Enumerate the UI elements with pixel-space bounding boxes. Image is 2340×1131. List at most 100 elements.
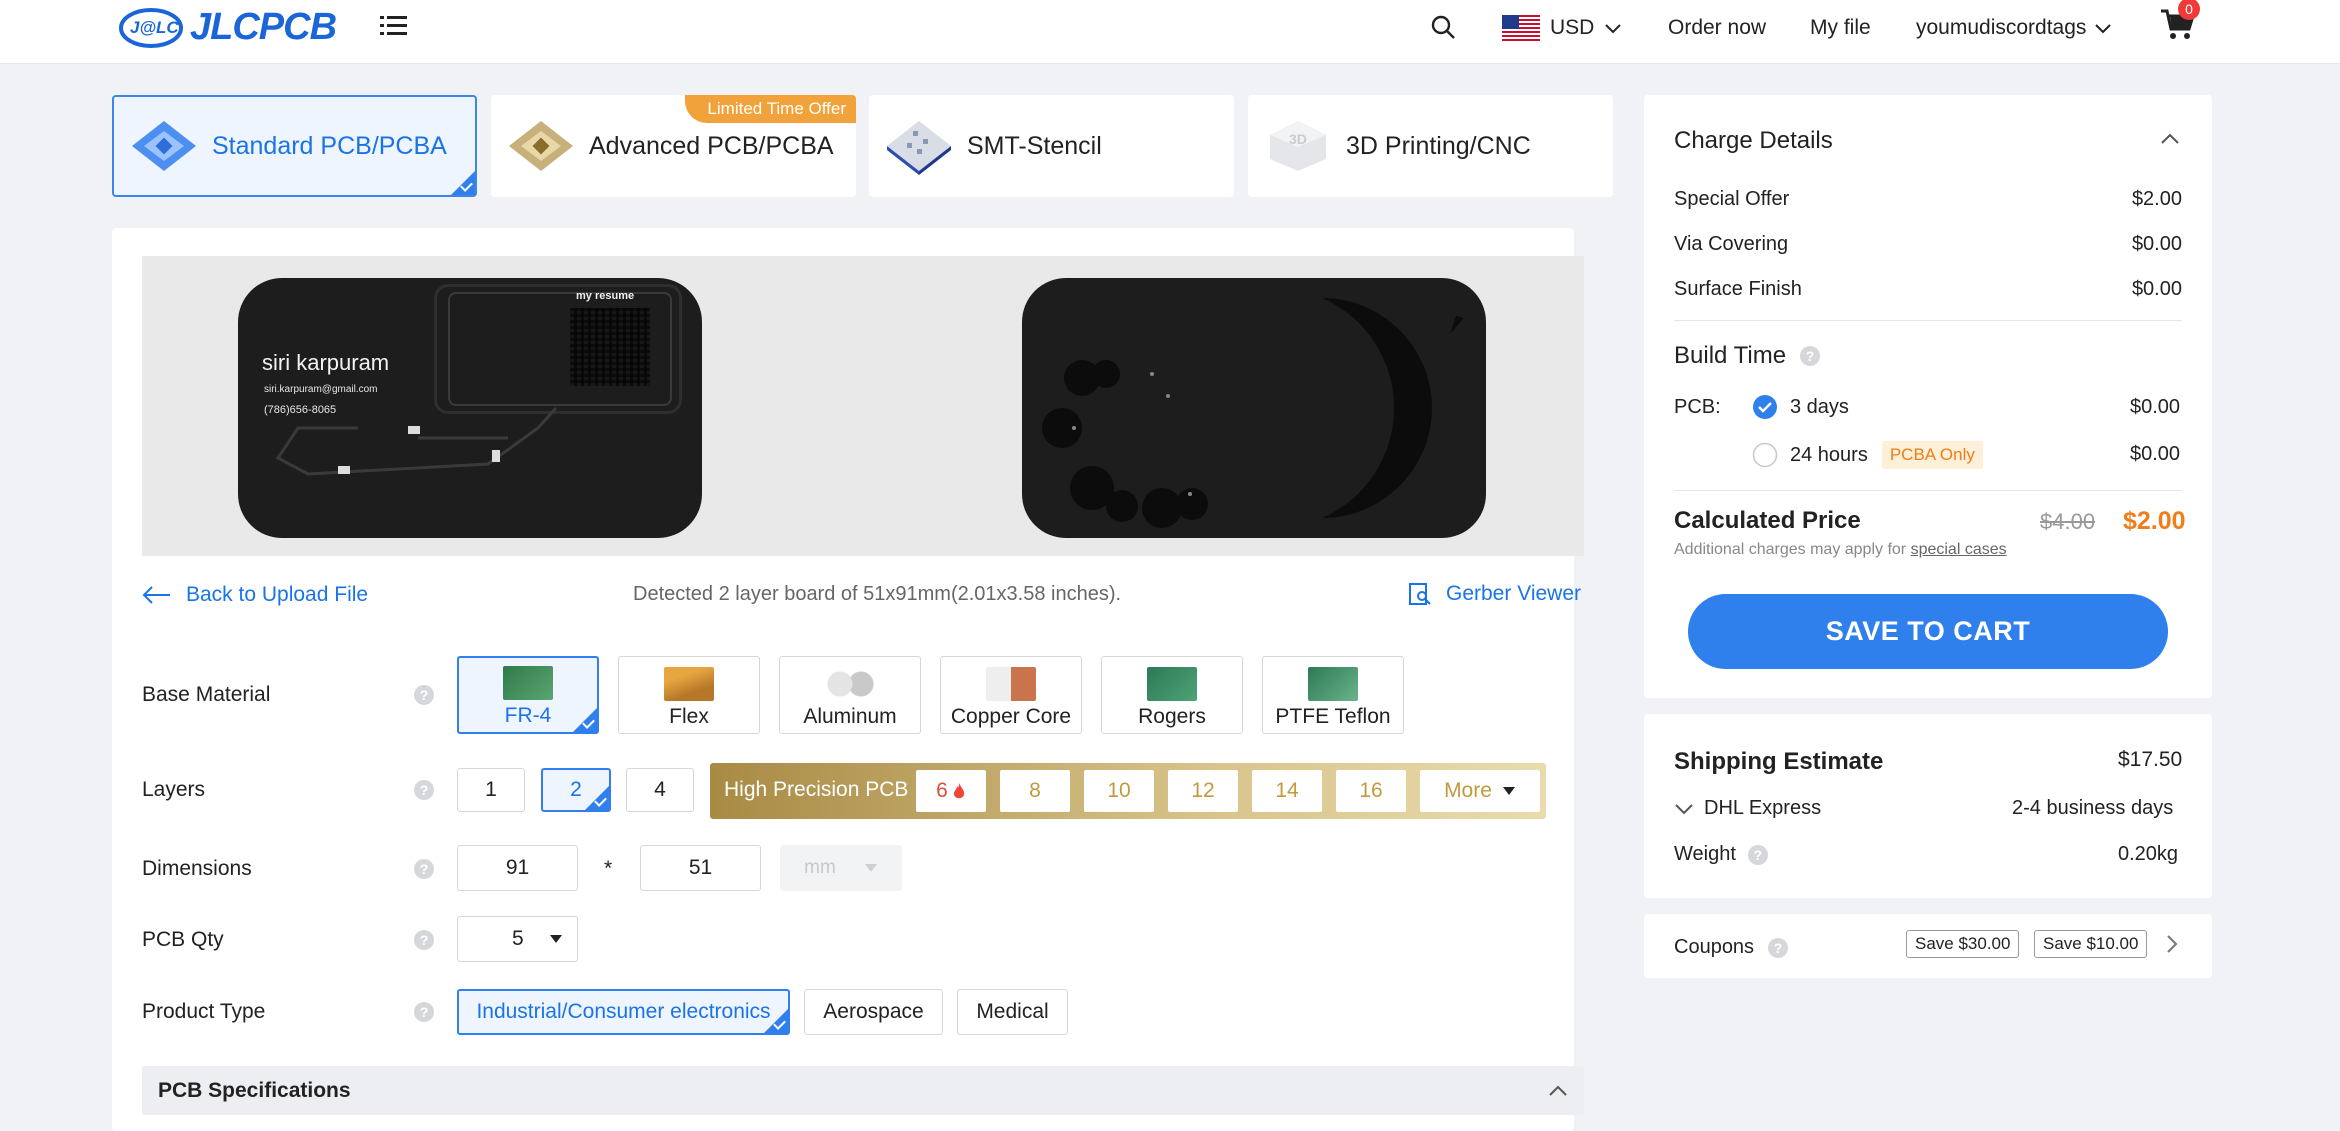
arrow-left-icon bbox=[142, 586, 170, 604]
order-now-link[interactable]: Order now bbox=[1668, 0, 1766, 56]
material-aluminum[interactable]: Aluminum bbox=[779, 656, 921, 734]
tab-standard-pcb[interactable]: Standard PCB/PCBA bbox=[112, 95, 477, 197]
charge-label: Surface Finish bbox=[1674, 278, 1802, 300]
layer-option-1[interactable]: 1 bbox=[457, 768, 525, 812]
layer-option-6[interactable]: 6 bbox=[916, 770, 986, 812]
tab-label: Advanced PCB/PCBA bbox=[589, 131, 834, 160]
material-ptfe-teflon[interactable]: PTFE Teflon bbox=[1262, 656, 1404, 734]
help-icon[interactable]: ? bbox=[1747, 844, 1768, 865]
user-menu[interactable]: youmudiscordtags bbox=[1916, 0, 2112, 56]
charge-value: $0.00 bbox=[2131, 278, 2182, 300]
copper-core-icon bbox=[986, 667, 1036, 701]
currency-selector[interactable]: USD bbox=[1502, 0, 1622, 56]
cart-count-badge: 0 bbox=[2178, 0, 2200, 20]
width-input[interactable]: 51 bbox=[640, 845, 761, 891]
layer-option-label: 6 bbox=[936, 779, 948, 802]
logo-mark-icon: J@LC bbox=[119, 8, 183, 48]
cart-icon[interactable]: 0 bbox=[2160, 0, 2200, 44]
save-to-cart-button[interactable]: SAVE TO CART bbox=[1688, 594, 2168, 669]
material-copper-core[interactable]: Copper Core bbox=[940, 656, 1082, 734]
my-file-link[interactable]: My file bbox=[1810, 0, 1871, 56]
tab-smt-stencil[interactable]: SMT-Stencil bbox=[869, 95, 1234, 197]
divider bbox=[1674, 490, 2182, 491]
build-option-price: $0.00 bbox=[2130, 396, 2181, 418]
pcb-qty-select[interactable]: 5 bbox=[457, 916, 578, 962]
tab-label: 3D Printing/CNC bbox=[1346, 131, 1531, 160]
gerber-label: Gerber Viewer bbox=[1446, 582, 1582, 605]
delivery-days: 2-4 business days bbox=[2012, 797, 2174, 819]
pcb-specifications-header[interactable]: PCB Specifications bbox=[142, 1066, 1584, 1115]
product-type-medical[interactable]: Medical bbox=[957, 989, 1068, 1035]
product-type-label: Product Type bbox=[142, 1000, 266, 1023]
pcb-build-label: PCB: bbox=[1674, 396, 1721, 418]
dimensions-label: Dimensions bbox=[142, 857, 252, 880]
charge-value: $0.00 bbox=[2131, 233, 2182, 255]
more-label: More bbox=[1444, 779, 1492, 802]
coupon-10[interactable]: Save $10.00 bbox=[2034, 930, 2148, 958]
layers-more-dropdown[interactable]: More bbox=[1420, 770, 1540, 812]
dimension-separator: * bbox=[604, 857, 613, 880]
gerber-viewer-link[interactable]: Gerber Viewer bbox=[1408, 582, 1581, 606]
selected-check-icon bbox=[585, 786, 609, 810]
material-rogers[interactable]: Rogers bbox=[1101, 656, 1243, 734]
help-icon[interactable]: ? bbox=[414, 930, 434, 950]
build-option-label: 3 days bbox=[1790, 395, 1849, 418]
build-time-title: Build Time bbox=[1674, 342, 1787, 369]
back-label: Back to Upload File bbox=[186, 583, 369, 606]
carrier-name: DHL Express bbox=[1704, 797, 1822, 819]
menu-icon[interactable] bbox=[380, 13, 408, 37]
smt-stencil-icon bbox=[887, 121, 951, 175]
layer-option-10[interactable]: 10 bbox=[1084, 770, 1154, 812]
length-input[interactable]: 91 bbox=[457, 845, 578, 891]
shipping-carrier-select[interactable]: DHL Express bbox=[1674, 797, 1821, 820]
selected-check-icon bbox=[451, 171, 475, 195]
special-cases-link[interactable]: special cases bbox=[1911, 541, 2007, 558]
tab-label: Standard PCB/PCBA bbox=[212, 131, 447, 160]
note-text: Additional charges may apply for bbox=[1674, 541, 1911, 558]
calculated-price-label: Calculated Price bbox=[1674, 507, 1861, 534]
selected-check-icon bbox=[573, 708, 597, 732]
build-time-heading: Build Time ? bbox=[1674, 342, 1821, 370]
help-icon[interactable]: ? bbox=[414, 859, 434, 879]
collapse-charge-icon[interactable] bbox=[2160, 132, 2180, 150]
material-flex[interactable]: Flex bbox=[618, 656, 760, 734]
shipping-title: Shipping Estimate bbox=[1674, 748, 1884, 775]
ptfe-icon bbox=[1308, 667, 1358, 701]
moon-artwork bbox=[1042, 298, 1464, 528]
layer-option-14[interactable]: 14 bbox=[1252, 770, 1322, 812]
weight-row: Weight ? bbox=[1674, 843, 1768, 866]
tab-3d-printing[interactable]: 3D 3D Printing/CNC bbox=[1248, 95, 1613, 197]
high-precision-label: High Precision PCB bbox=[724, 778, 909, 801]
help-icon[interactable]: ? bbox=[414, 1002, 434, 1022]
help-icon[interactable]: ? bbox=[414, 685, 434, 705]
standard-pcb-icon bbox=[132, 121, 196, 171]
jlcpcb-logo[interactable]: J@LC JLCPCB bbox=[118, 2, 337, 52]
coupon-30[interactable]: Save $30.00 bbox=[1906, 930, 2020, 958]
build-option-24-hours[interactable]: 24 hours PCBA Only bbox=[1752, 441, 1983, 469]
additional-charges-note: Additional charges may apply for special… bbox=[1674, 541, 2007, 559]
board-traces bbox=[275, 406, 558, 476]
limited-offer-badge: Limited Time Offer bbox=[685, 95, 856, 123]
help-icon[interactable]: ? bbox=[414, 780, 434, 800]
material-label: Flex bbox=[669, 705, 709, 728]
material-label: Aluminum bbox=[803, 705, 897, 728]
chevron-right-icon[interactable] bbox=[2166, 934, 2178, 959]
layer-option-8[interactable]: 8 bbox=[1000, 770, 1070, 812]
back-to-upload-link[interactable]: Back to Upload File bbox=[142, 583, 368, 607]
layer-option-16[interactable]: 16 bbox=[1336, 770, 1406, 812]
help-icon[interactable]: ? bbox=[1800, 346, 1821, 366]
divider bbox=[1674, 320, 2182, 321]
layer-option-12[interactable]: 12 bbox=[1168, 770, 1238, 812]
product-type-aerospace[interactable]: Aerospace bbox=[804, 989, 943, 1035]
build-option-3-days[interactable]: 3 days bbox=[1752, 394, 1849, 420]
search-icon[interactable] bbox=[1430, 14, 1456, 45]
material-fr4[interactable]: FR-4 bbox=[457, 656, 599, 734]
unit-select[interactable]: mm bbox=[780, 845, 902, 891]
tab-advanced-pcb[interactable]: Advanced PCB/PCBA Limited Time Offer bbox=[491, 95, 856, 197]
charge-special-offer: Special Offer $2.00 bbox=[1674, 188, 2182, 211]
layer-option-2[interactable]: 2 bbox=[541, 768, 611, 812]
layer-option-4[interactable]: 4 bbox=[626, 768, 694, 812]
product-type-industrial[interactable]: Industrial/Consumer electronics bbox=[457, 989, 790, 1035]
material-label: Copper Core bbox=[950, 705, 1072, 728]
help-icon[interactable]: ? bbox=[1768, 937, 1789, 958]
